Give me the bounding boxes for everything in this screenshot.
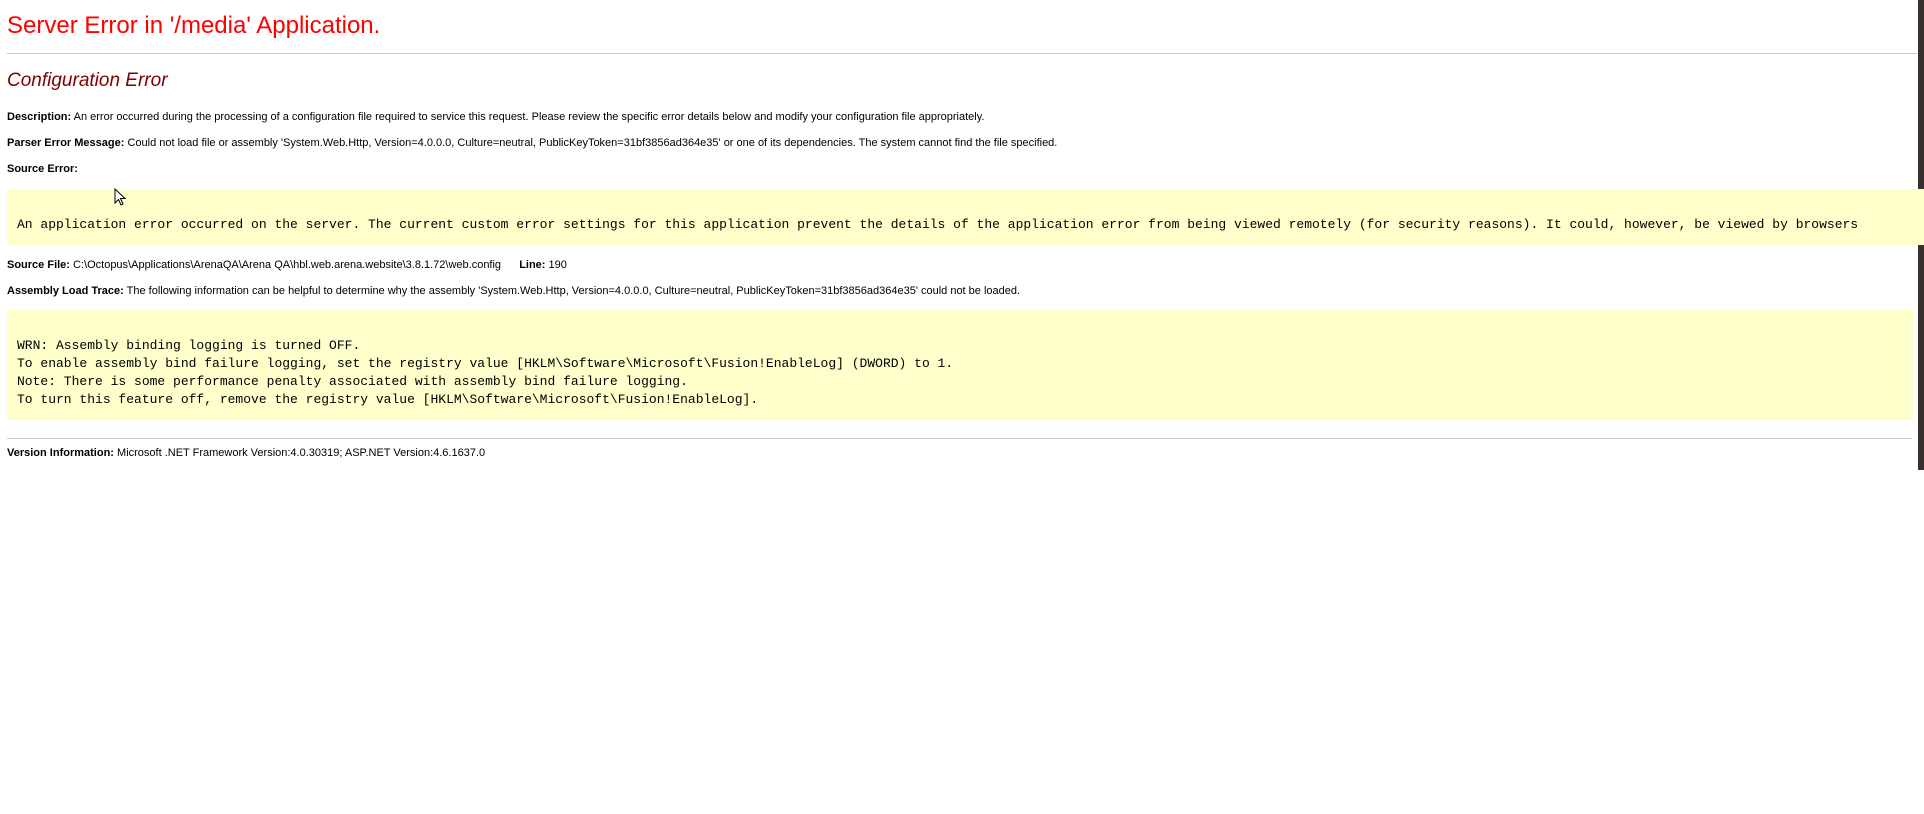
log-line: To turn this feature off, remove the reg… [17,392,759,407]
assembly-trace-row: Assembly Load Trace: The following infor… [7,285,1020,297]
mouse-pointer-icon [114,188,126,206]
source-file-row: Source File: C:\Octopus\Applications\Are… [7,259,567,271]
parser-error-text: Could not load file or assembly 'System.… [127,137,1058,149]
source-error-code: An application error occurred on the ser… [17,217,1859,232]
description-row: Description: An error occurred during th… [7,111,984,123]
error-type-heading: Configuration Error [7,70,168,91]
footer-divider [7,438,1912,439]
version-info-row: Version Information: Microsoft .NET Fram… [7,447,485,459]
line-label: Line: [519,259,546,271]
assembly-log-box: WRN: Assembly binding logging is turned … [7,310,1913,420]
version-info-text: Microsoft .NET Framework Version:4.0.303… [117,447,486,459]
source-file-path: C:\Octopus\Applications\ArenaQA\Arena QA… [73,259,502,271]
log-line: Note: There is some performance penalty … [17,374,688,389]
line-number: 190 [548,259,567,271]
parser-error-label: Parser Error Message: [7,137,125,149]
source-error-label: Source Error: [7,163,78,175]
parser-error-row: Parser Error Message: Could not load fil… [7,137,1057,149]
description-text: An error occurred during the processing … [73,111,985,123]
source-error-row: Source Error: [7,163,78,175]
source-error-code-box: An application error occurred on the ser… [7,189,1924,245]
assembly-trace-text: The following information can be helpful… [126,285,1021,297]
title-divider [7,53,1917,54]
log-line: WRN: Assembly binding logging is turned … [17,338,361,353]
source-file-label: Source File: [7,259,70,271]
version-info-label: Version Information: [7,447,114,459]
description-label: Description: [7,111,72,123]
error-page: Server Error in '/media' Application. Co… [0,0,1924,814]
assembly-trace-label: Assembly Load Trace: [7,285,124,297]
page-title: Server Error in '/media' Application. [7,12,381,39]
log-line: To enable assembly bind failure logging,… [17,356,954,371]
